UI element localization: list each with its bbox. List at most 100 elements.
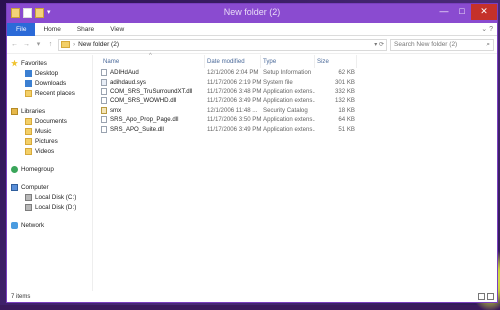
search-icon[interactable]: ⌕ [486, 41, 493, 49]
file-date: 12/1/2006 2:04 PM [207, 69, 259, 77]
file-type: Application extens... [263, 116, 315, 124]
column-header-type[interactable]: Type [261, 54, 315, 68]
close-button[interactable]: ✕ [471, 4, 497, 20]
address-dropdown-icon[interactable]: ▾ ⟳ [374, 41, 386, 48]
address-row: ← → ▾ ↑ › New folder (2) ▾ ⟳ Search New … [7, 36, 497, 54]
file-type: Application extens... [263, 97, 315, 105]
file-size: 64 KB [338, 116, 355, 124]
view-buttons [478, 293, 497, 300]
libraries-icon [11, 107, 18, 115]
recent-places-icon [25, 89, 32, 97]
file-size: 51 KB [338, 125, 355, 133]
search-placeholder: Search New folder (2) [394, 41, 458, 48]
network-icon [11, 221, 18, 229]
table-row[interactable]: COM_SRS_TruSurroundXT.dll 11/17/2006 3:48… [93, 87, 497, 96]
up-arrow-icon[interactable]: ↑ [46, 40, 55, 49]
music-icon [25, 127, 32, 135]
minimize-button[interactable]: — [435, 4, 453, 20]
table-row[interactable]: SRS_APO_Suite.dll 11/17/2006 3:49 PM Appli… [93, 124, 497, 133]
folder-icon [61, 41, 70, 48]
file-type: System file [263, 78, 293, 86]
nav-libraries[interactable]: Libraries [7, 106, 92, 116]
table-row[interactable]: smx 12/1/2006 11:48 ... Security Catalog 18… [93, 106, 497, 115]
status-bar: 7 items [7, 291, 497, 302]
file-type: Application extens... [263, 125, 315, 133]
navigation-pane: Favorites Desktop Downloads Recent place… [7, 55, 93, 291]
nav-music[interactable]: Music [7, 126, 92, 136]
file-date: 11/17/2006 3:48 PM [207, 87, 261, 95]
drive-icon [25, 203, 32, 211]
window-controls: — □ ✕ [435, 4, 497, 20]
file-name: SRS_Apo_Prop_Page.dll [110, 116, 179, 124]
file-name-cell[interactable]: SRS_APO_Suite.dll [93, 125, 205, 133]
breadcrumb-current[interactable]: New folder (2) [78, 41, 119, 48]
file-date: 11/17/2006 3:50 PM [207, 116, 261, 124]
expand-ribbon-icon[interactable]: ⌄ ? [481, 25, 497, 33]
ribbon-tabs: File Home Share View ⌄ ? [7, 22, 497, 36]
file-date: 12/1/2006 11:48 ... [207, 106, 258, 114]
item-count: 7 items [11, 293, 31, 300]
pictures-icon [25, 137, 32, 145]
dll-file-icon [101, 125, 107, 133]
nav-videos[interactable]: Videos [7, 146, 92, 156]
file-type: Application extens... [263, 87, 315, 95]
system-file-icon [101, 78, 107, 86]
file-type: Security Catalog [263, 106, 308, 114]
nav-local-disk-c[interactable]: Local Disk (C:) [7, 192, 92, 202]
file-date: 11/17/2006 3:49 PM [207, 97, 261, 105]
recent-chevron-icon[interactable]: ▾ [34, 40, 43, 49]
file-list: ^ Name Date modified Type Size ADIHdAud 1… [93, 53, 497, 291]
large-icons-view-icon[interactable] [487, 293, 494, 300]
file-name-cell[interactable]: smx [93, 106, 205, 114]
catalog-file-icon [101, 106, 107, 114]
file-size: 62 KB [338, 69, 355, 77]
dll-file-icon [101, 97, 107, 105]
file-name-cell[interactable]: SRS_Apo_Prop_Page.dll [93, 116, 205, 124]
downloads-icon [25, 79, 32, 87]
file-name: SRS_APO_Suite.dll [110, 125, 164, 133]
nav-pictures[interactable]: Pictures [7, 136, 92, 146]
file-name-cell[interactable]: COM_SRS_WOWHD.dll [93, 97, 205, 105]
nav-homegroup[interactable]: Homegroup [7, 164, 92, 174]
maximize-button[interactable]: □ [453, 4, 471, 20]
nav-documents[interactable]: Documents [7, 116, 92, 126]
nav-favorites[interactable]: Favorites [7, 58, 92, 68]
forward-arrow-icon[interactable]: → [22, 40, 31, 49]
table-row[interactable]: adihdaud.sys 11/17/2006 2:19 PM System fil… [93, 77, 497, 86]
nav-network[interactable]: Network [7, 220, 92, 230]
tab-home[interactable]: Home [35, 23, 68, 36]
table-row[interactable]: SRS_Apo_Prop_Page.dll 11/17/2006 3:50 PM A… [93, 115, 497, 124]
file-name-cell[interactable]: adihdaud.sys [93, 78, 205, 86]
back-arrow-icon[interactable]: ← [10, 40, 19, 49]
star-icon [11, 59, 18, 67]
nav-local-disk-d[interactable]: Local Disk (D:) [7, 202, 92, 212]
search-input[interactable]: Search New folder (2) ⌕ [390, 38, 494, 51]
file-name: COM_SRS_TruSurroundXT.dll [110, 87, 193, 95]
column-headers: ^ Name Date modified Type Size [93, 53, 497, 68]
file-name-cell[interactable]: ADIHdAud [93, 69, 205, 77]
file-type: Setup Information [263, 69, 312, 77]
file-rows: ADIHdAud 12/1/2006 2:04 PM Setup Informati… [93, 68, 497, 134]
file-name-cell[interactable]: COM_SRS_TruSurroundXT.dll [93, 87, 205, 95]
tab-view[interactable]: View [102, 23, 132, 36]
nav-computer[interactable]: Computer [7, 182, 92, 192]
tab-file[interactable]: File [7, 22, 36, 36]
title-bar: ▾ New folder (2) — □ ✕ [7, 4, 497, 23]
computer-icon [11, 183, 18, 191]
table-row[interactable]: ADIHdAud 12/1/2006 2:04 PM Setup Informati… [93, 68, 497, 77]
documents-icon [25, 117, 32, 125]
nav-desktop[interactable]: Desktop [7, 68, 92, 78]
main-area: Favorites Desktop Downloads Recent place… [7, 53, 497, 291]
file-date: 11/17/2006 3:49 PM [207, 125, 261, 133]
details-view-icon[interactable] [478, 293, 485, 300]
column-header-date[interactable]: Date modified [205, 54, 261, 68]
address-bar[interactable]: › New folder (2) ▾ ⟳ [58, 38, 387, 51]
column-header-size[interactable]: Size [315, 54, 357, 68]
nav-recent-places[interactable]: Recent places [7, 88, 92, 98]
file-size: 332 KB [335, 87, 355, 95]
file-name: COM_SRS_WOWHD.dll [110, 97, 177, 105]
drive-icon [25, 193, 32, 201]
nav-downloads[interactable]: Downloads [7, 78, 92, 88]
tab-share[interactable]: Share [69, 23, 102, 36]
table-row[interactable]: COM_SRS_WOWHD.dll 11/17/2006 3:49 PM Appli… [93, 96, 497, 105]
